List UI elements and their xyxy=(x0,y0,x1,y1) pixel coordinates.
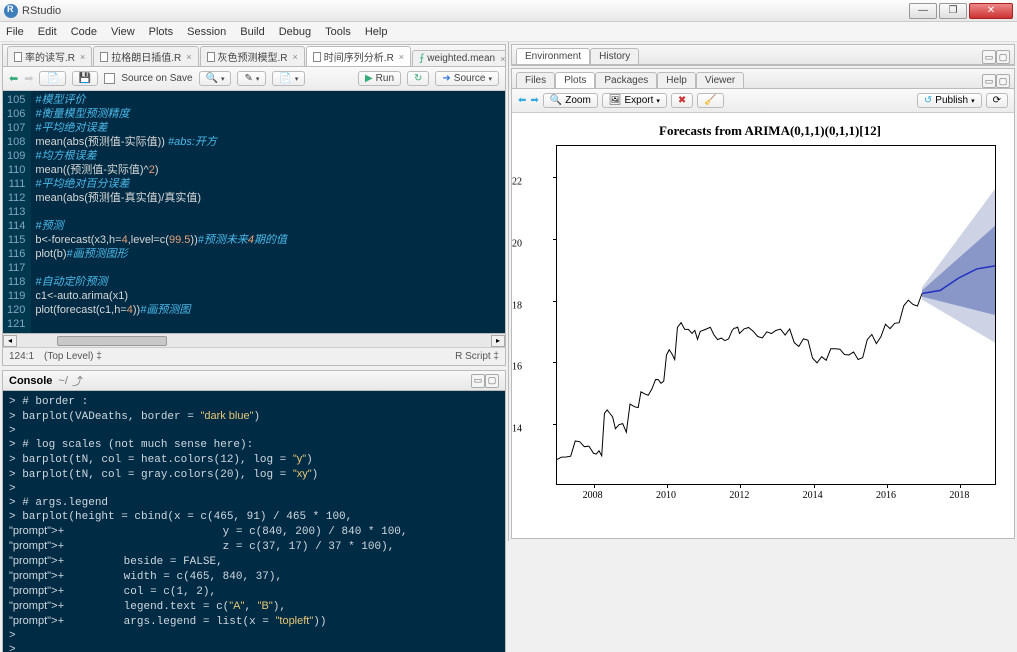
wand-button[interactable]: ✎ ▾ xyxy=(237,71,266,86)
file-icon xyxy=(14,52,22,62)
next-plot-icon[interactable]: ➡ xyxy=(530,95,538,106)
console-path: ~/ xyxy=(58,375,67,387)
publish-button[interactable]: ↺ Publish ▾ xyxy=(917,93,982,108)
source-on-save-label: Source on Save xyxy=(121,73,192,84)
menu-build[interactable]: Build xyxy=(240,26,264,38)
environment-pane: Environment History ▭ ▢ xyxy=(511,44,1015,66)
pane-maximize-icon[interactable]: ▢ xyxy=(996,74,1010,88)
tab-viewer[interactable]: Viewer xyxy=(696,72,744,88)
tab-plots[interactable]: Plots xyxy=(555,72,595,88)
save-button[interactable]: 💾 xyxy=(72,71,98,86)
menu-tools[interactable]: Tools xyxy=(325,26,351,38)
close-tab-icon[interactable]: × xyxy=(186,52,191,62)
menu-help[interactable]: Help xyxy=(365,26,388,38)
pane-maximize-icon[interactable]: ▢ xyxy=(485,374,499,388)
tab-help[interactable]: Help xyxy=(657,72,696,88)
function-icon: ⨍ xyxy=(419,53,424,64)
source-editor-pane: 率的读写.R× 拉格朗日插值.R× 灰色预测模型.R× 时间序列分析.R× ⨍w… xyxy=(2,44,506,366)
menu-view[interactable]: View xyxy=(111,26,135,38)
pane-maximize-icon[interactable]: ▢ xyxy=(996,50,1010,64)
console-pane: Console ~/ ⤴ ▭ ▢ > # border : > barplot(… xyxy=(2,370,506,652)
clear-plots-button[interactable]: 🧹 xyxy=(697,93,723,108)
show-in-new-window-button[interactable]: 📄 xyxy=(39,71,65,86)
editor-tab[interactable]: 拉格朗日插值.R× xyxy=(93,46,198,66)
window-titlebar: RStudio — ❐ ✕ xyxy=(0,0,1017,22)
console-path-icon[interactable]: ⤴ xyxy=(72,373,83,389)
rerun-button[interactable]: ↻ xyxy=(407,71,429,86)
tab-history[interactable]: History xyxy=(590,48,639,64)
scrollbar-thumb[interactable] xyxy=(57,336,167,346)
prev-plot-icon[interactable]: ⬅ xyxy=(518,95,526,106)
export-button[interactable]: 🖼 Export ▾ xyxy=(602,93,667,108)
plots-toolbar: ⬅ ➡ 🔍 Zoom 🖼 Export ▾ ✖ 🧹 ↺ Publish ▾ ⟳ xyxy=(512,89,1014,113)
close-tab-icon[interactable]: × xyxy=(293,52,298,62)
source-button[interactable]: ➜ Source ▾ xyxy=(435,71,499,86)
remove-plot-button[interactable]: ✖ xyxy=(671,93,693,108)
find-button[interactable]: 🔍 ▾ xyxy=(199,71,232,86)
scroll-left-icon[interactable]: ◂ xyxy=(3,335,17,347)
editor-tab[interactable]: 灰色预测模型.R× xyxy=(200,46,305,66)
tab-files[interactable]: Files xyxy=(516,72,555,88)
pane-minimize-icon[interactable]: ▭ xyxy=(982,50,996,64)
close-tab-icon[interactable]: × xyxy=(399,52,404,62)
pane-minimize-icon[interactable]: ▭ xyxy=(982,74,996,88)
file-icon xyxy=(207,52,215,62)
run-button[interactable]: ▶ Run xyxy=(358,71,401,86)
editor-statusbar: 124:1 (Top Level) ‡ R Script ‡ xyxy=(3,347,505,365)
plots-pane: Files Plots Packages Help Viewer ▭ ▢ ⬅ ➡… xyxy=(511,68,1015,539)
scroll-right-icon[interactable]: ▸ xyxy=(491,335,505,347)
menu-edit[interactable]: Edit xyxy=(38,26,57,38)
editor-tab[interactable]: ⨍weighted.mean× xyxy=(412,50,505,66)
tab-environment[interactable]: Environment xyxy=(516,48,590,64)
plot-canvas xyxy=(556,145,996,485)
menu-session[interactable]: Session xyxy=(187,26,226,38)
tab-packages[interactable]: Packages xyxy=(595,72,657,88)
console-header: Console ~/ ⤴ ▭ ▢ xyxy=(3,371,505,391)
maximize-button[interactable]: ❐ xyxy=(939,3,967,19)
console-title: Console xyxy=(9,375,52,387)
editor-tabbar: 率的读写.R× 拉格朗日插值.R× 灰色预测模型.R× 时间序列分析.R× ⨍w… xyxy=(3,45,505,67)
menu-debug[interactable]: Debug xyxy=(279,26,311,38)
file-type-selector[interactable]: R Script ‡ xyxy=(455,351,499,362)
window-title: RStudio xyxy=(22,5,909,17)
scope-selector[interactable]: (Top Level) ‡ xyxy=(44,351,102,362)
editor-toolbar: ⬅ ➡ 📄 💾 Source on Save 🔍 ▾ ✎ ▾ 📄 ▾ ▶ Run… xyxy=(3,67,505,91)
report-button[interactable]: 📄 ▾ xyxy=(272,71,305,86)
horizontal-scrollbar[interactable]: ◂ ▸ xyxy=(3,333,505,347)
console-output[interactable]: > # border : > barplot(VADeaths, border … xyxy=(3,391,505,652)
plot-title: Forecasts from ARIMA(0,1,1)(0,1,1)[12] xyxy=(536,123,1004,139)
file-icon xyxy=(100,52,108,62)
forward-icon[interactable]: ➡ xyxy=(24,72,33,85)
refresh-button[interactable]: ⟳ xyxy=(986,93,1008,108)
zoom-button[interactable]: 🔍 Zoom xyxy=(543,93,598,108)
editor-tab-active[interactable]: 时间序列分析.R× xyxy=(306,46,411,66)
back-icon[interactable]: ⬅ xyxy=(9,72,18,85)
minimize-button[interactable]: — xyxy=(909,3,937,19)
editor-tab[interactable]: 率的读写.R× xyxy=(7,46,92,66)
menu-code[interactable]: Code xyxy=(71,26,97,38)
code-editor[interactable]: 1051061071081091101111121131141151161171… xyxy=(3,91,505,333)
menu-bar: File Edit Code View Plots Session Build … xyxy=(0,22,1017,42)
menu-plots[interactable]: Plots xyxy=(149,26,173,38)
close-tab-icon[interactable]: × xyxy=(80,52,85,62)
close-tab-icon[interactable]: × xyxy=(500,54,505,64)
close-button[interactable]: ✕ xyxy=(969,3,1013,19)
file-icon xyxy=(313,52,321,62)
rstudio-logo-icon xyxy=(4,4,18,18)
cursor-position: 124:1 xyxy=(9,351,34,362)
menu-file[interactable]: File xyxy=(6,26,24,38)
pane-minimize-icon[interactable]: ▭ xyxy=(471,374,485,388)
source-on-save-checkbox[interactable] xyxy=(104,73,115,84)
plot-area: Forecasts from ARIMA(0,1,1)(0,1,1)[12] 1… xyxy=(512,113,1014,538)
